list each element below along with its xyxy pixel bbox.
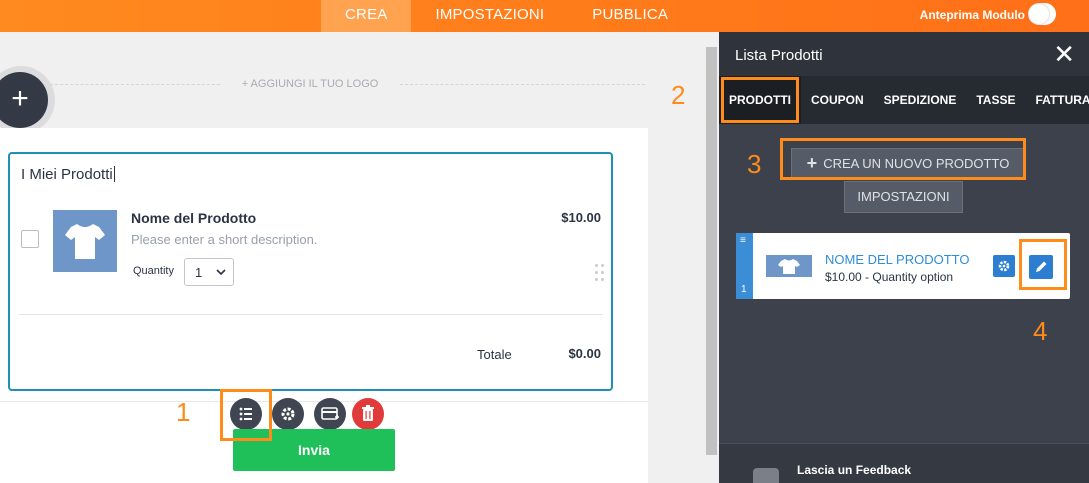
product-settings-button[interactable]: IMPOSTAZIONI (844, 181, 963, 213)
feedback-icon (753, 468, 779, 483)
product-image (53, 210, 117, 272)
top-bar: CREA IMPOSTAZIONI PUBBLICA Anteprima Mod… (0, 0, 1089, 32)
tab-tasse[interactable]: TASSE (966, 76, 1025, 124)
feedback-label[interactable]: Lascia un Feedback (797, 463, 911, 477)
add-logo-link[interactable]: + AGGIUNGI IL TUO LOGO (220, 78, 400, 90)
total-value: $0.00 (568, 346, 601, 361)
field-settings-button[interactable] (272, 398, 304, 430)
total-divider (19, 314, 603, 315)
tab-crea[interactable]: CREA (321, 0, 412, 32)
product-card-index: 1 (741, 284, 747, 295)
drag-handle-icon[interactable] (595, 264, 605, 284)
tab-spedizione[interactable]: SPEDIZIONE (874, 76, 967, 124)
panel-title: Lista Prodotti (735, 47, 823, 64)
logo-divider-right (400, 84, 645, 85)
total-label: Totale (477, 347, 512, 362)
callout-number-2: 2 (671, 80, 686, 110)
tab-pubblica[interactable]: PUBBLICA (568, 0, 692, 32)
product-options-button[interactable] (993, 255, 1015, 277)
product-card-subtitle: $10.00 - Quantity option (825, 270, 954, 284)
callout-number-3: 3 (747, 149, 762, 179)
callout-box-2 (721, 77, 799, 123)
gear-icon (998, 260, 1010, 272)
top-nav: CREA IMPOSTAZIONI PUBBLICA (321, 0, 692, 32)
callout-box-4 (1019, 239, 1067, 290)
preview-label: Anteprima Modulo (919, 8, 1025, 22)
tab-coupon[interactable]: COUPON (801, 76, 874, 124)
panel-header: Lista Prodotti ✕ (719, 32, 1089, 76)
chevron-down-icon (215, 264, 227, 283)
trash-icon (362, 405, 374, 421)
close-icon[interactable]: ✕ (1053, 40, 1075, 68)
callout-box-3 (780, 138, 1026, 180)
quantity-select[interactable]: 1 (184, 258, 234, 286)
drag-lines-icon: ≡ (740, 235, 746, 246)
tshirt-icon (778, 259, 800, 274)
delete-field-button[interactable] (352, 398, 384, 430)
product-card-name[interactable]: NOME DEL PRODOTTO (825, 252, 969, 267)
feedback-bar[interactable]: Lascia un Feedback (719, 443, 1089, 483)
credit-card-icon (321, 407, 339, 420)
product-description: Please enter a short description. (131, 232, 318, 247)
product-name: Nome del Prodotto (131, 210, 257, 226)
product-list-title[interactable]: I Miei Prodotti (21, 166, 115, 183)
text-cursor (113, 166, 115, 182)
preview-toggle[interactable] (1028, 3, 1056, 25)
canvas-scrollbar-thumb[interactable] (706, 47, 717, 455)
tab-fattura[interactable]: FATTURA (1025, 76, 1089, 124)
product-price: $10.00 (561, 210, 601, 225)
tab-impostazioni[interactable]: IMPOSTAZIONI (411, 0, 568, 32)
product-card-handle[interactable]: ≡ 1 (736, 233, 753, 299)
gear-icon (281, 407, 295, 421)
quantity-label: Quantity (133, 265, 174, 277)
product-list-widget[interactable]: I Miei Prodotti Nome del Prodotto Please… (8, 152, 613, 391)
callout-number-4: 4 (1033, 316, 1048, 346)
callout-number-1: 1 (176, 397, 191, 427)
tshirt-icon (65, 224, 105, 259)
payment-settings-button[interactable] (314, 398, 346, 430)
callout-box-1 (220, 389, 272, 441)
quantity-value: 1 (195, 265, 203, 280)
logo-divider-left (40, 84, 220, 85)
product-card-image (766, 255, 812, 277)
form-canvas: + AGGIUNGI IL TUO LOGO + I Miei Prodotti… (0, 32, 704, 483)
product-checkbox[interactable] (21, 230, 39, 248)
